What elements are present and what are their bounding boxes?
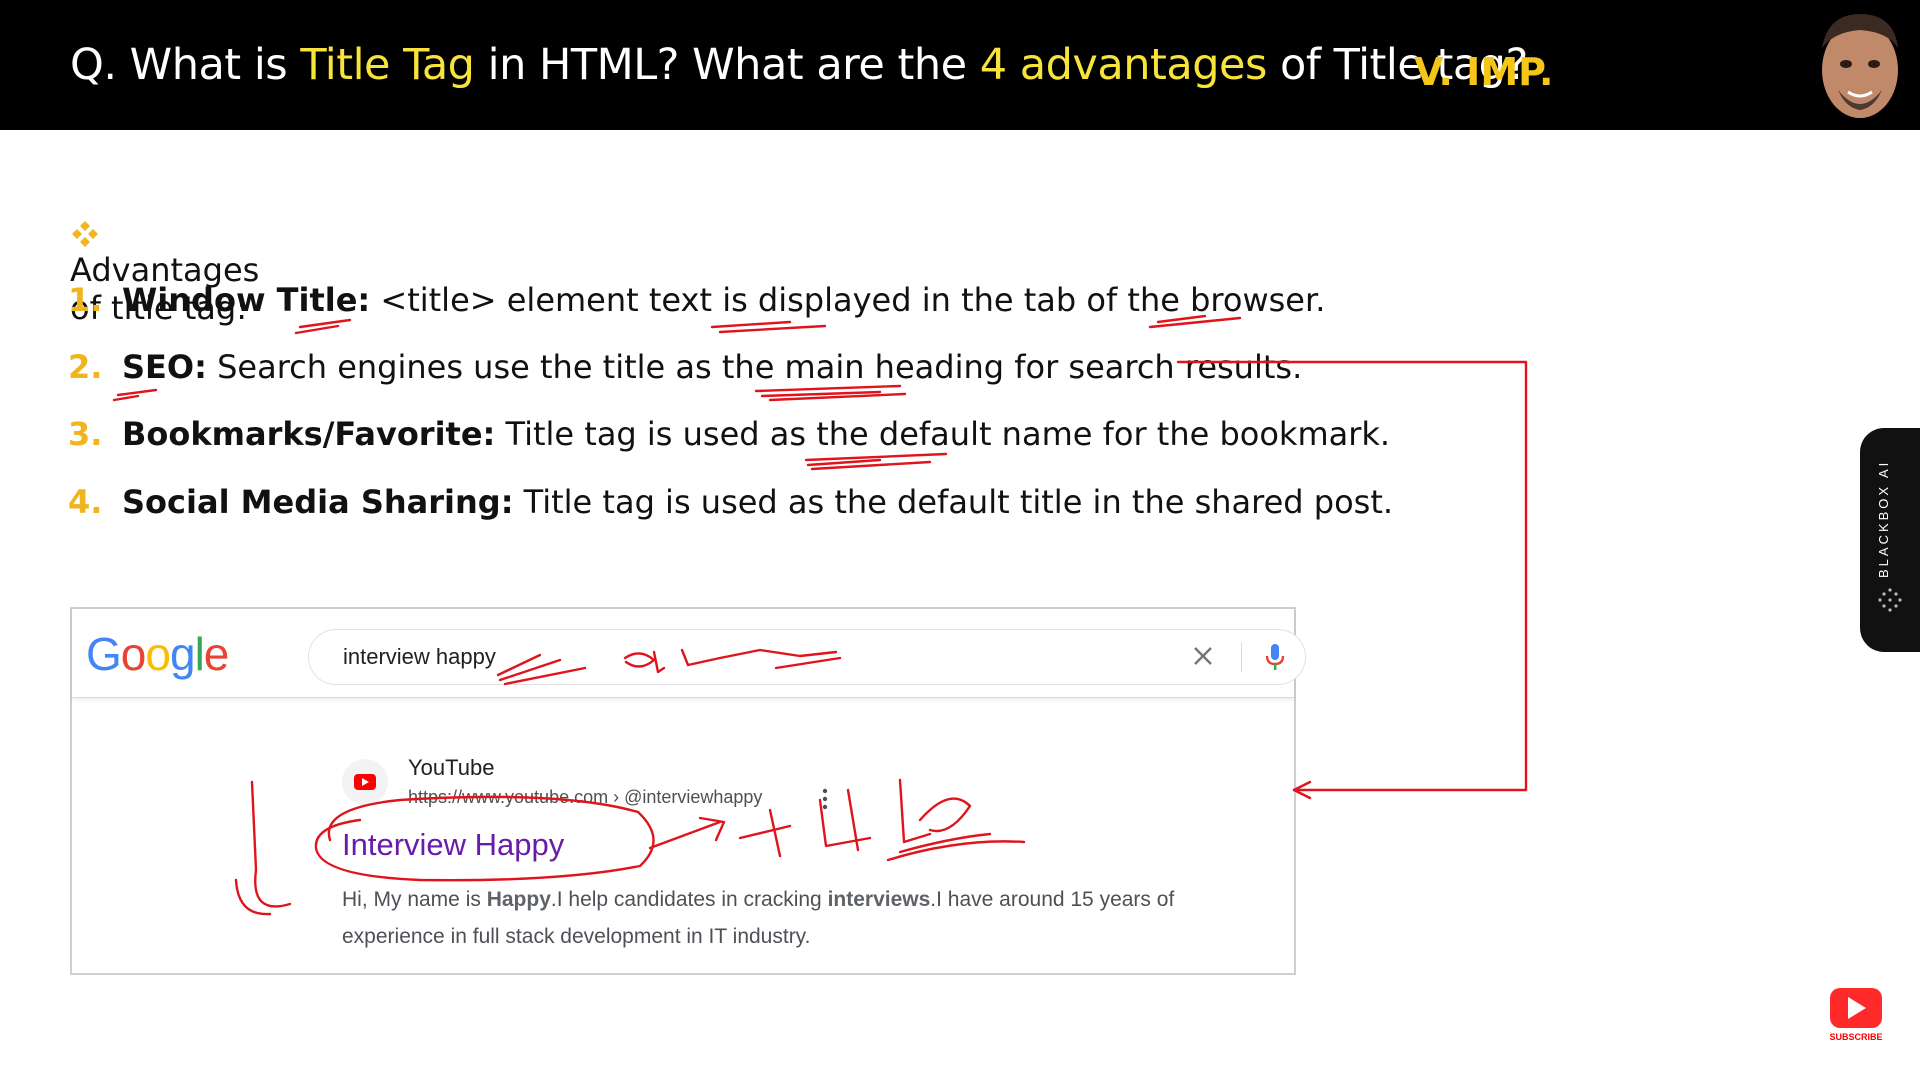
snippet-text: .I help candidates in cracking	[550, 888, 828, 911]
more-options-icon[interactable]	[820, 787, 830, 811]
question-title: Q. What is Title Tag in HTML? What are t…	[70, 40, 1528, 90]
google-search-screenshot: Google interview happy YouTube https://w…	[70, 607, 1306, 975]
connector-arrowhead	[1292, 780, 1312, 800]
snippet-bold: interviews	[827, 888, 931, 911]
subscribe-button[interactable]: SUBSCRIBE	[1826, 986, 1886, 1044]
diamond-bullet-icon	[72, 221, 98, 247]
google-logo[interactable]: Google	[86, 627, 230, 681]
logo-letter: g	[169, 628, 196, 680]
list-term: SEO:	[122, 348, 207, 386]
question-highlight-title-tag: Title Tag	[300, 40, 475, 90]
blackbox-ai-sidebar[interactable]: BLACKBOX AI	[1860, 428, 1920, 652]
underline-heading	[754, 384, 907, 402]
importance-badge: V. IMP.	[1414, 50, 1554, 94]
subscribe-label: SUBSCRIBE	[1829, 1032, 1883, 1042]
presenter-avatar	[1822, 14, 1898, 118]
list-number: 3.	[68, 415, 103, 453]
list-number: 2.	[68, 348, 103, 386]
underline-seo	[112, 388, 158, 402]
close-icon[interactable]	[1189, 642, 1217, 670]
list-item: 1. Window Title: <title> element text is …	[68, 281, 1325, 319]
list-text: Title tag is used as the default title i…	[513, 483, 1394, 521]
microphone-icon[interactable]	[1263, 642, 1287, 672]
search-divider	[1241, 642, 1242, 672]
result-snippet: Hi, My name is Happy.I help candidates i…	[342, 881, 1262, 955]
result-site-name: YouTube	[408, 755, 495, 780]
underline-default-name	[804, 452, 948, 471]
logo-letter: l	[194, 628, 205, 680]
question-text-1: Q. What is	[70, 40, 301, 90]
list-number: 4.	[68, 483, 103, 521]
underline-displayed	[710, 320, 827, 334]
logo-letter: G	[86, 628, 122, 680]
result-title-link[interactable]: Interview Happy	[342, 827, 564, 863]
list-term: Window Title:	[122, 281, 371, 319]
google-search-header: Google interview happy	[72, 609, 1306, 698]
question-highlight-advantages: 4 advantages	[979, 40, 1268, 90]
list-item: 2. SEO: Search engines use the title as t…	[68, 348, 1302, 386]
underline-window-title	[294, 318, 352, 335]
logo-letter: e	[203, 628, 230, 680]
snippet-text: Hi, My name is	[342, 888, 487, 911]
snippet-bold: Happy	[486, 888, 551, 911]
youtube-favicon	[342, 759, 388, 805]
logo-letter: o	[145, 628, 171, 680]
list-item: 4. Social Media Sharing: Title tag is use…	[68, 483, 1393, 521]
logo-letter: o	[120, 628, 147, 680]
list-term: Bookmarks/Favorite:	[122, 415, 496, 453]
youtube-play-icon	[1830, 988, 1882, 1028]
blackbox-ai-label: BLACKBOX AI	[1876, 459, 1891, 578]
search-query: interview happy	[343, 644, 496, 669]
list-item: 3. Bookmarks/Favorite: Title tag is used …	[68, 415, 1390, 453]
question-text-2: in HTML? What are the	[474, 40, 980, 90]
search-input[interactable]: interview happy	[308, 629, 1306, 685]
list-text: Search engines use the title as the main…	[206, 348, 1303, 386]
list-text: <title> element text is displayed in the…	[370, 281, 1326, 319]
list-text: Title tag is used as the default name fo…	[495, 415, 1391, 453]
title-bar: Q. What is Title Tag in HTML? What are t…	[0, 0, 1920, 130]
blackbox-logo-icon	[1878, 588, 1902, 612]
youtube-icon	[354, 774, 376, 790]
result-url[interactable]: https://www.youtube.com › @interviewhapp…	[408, 787, 762, 808]
list-term: Social Media Sharing:	[122, 483, 514, 521]
list-number: 1.	[68, 281, 103, 319]
